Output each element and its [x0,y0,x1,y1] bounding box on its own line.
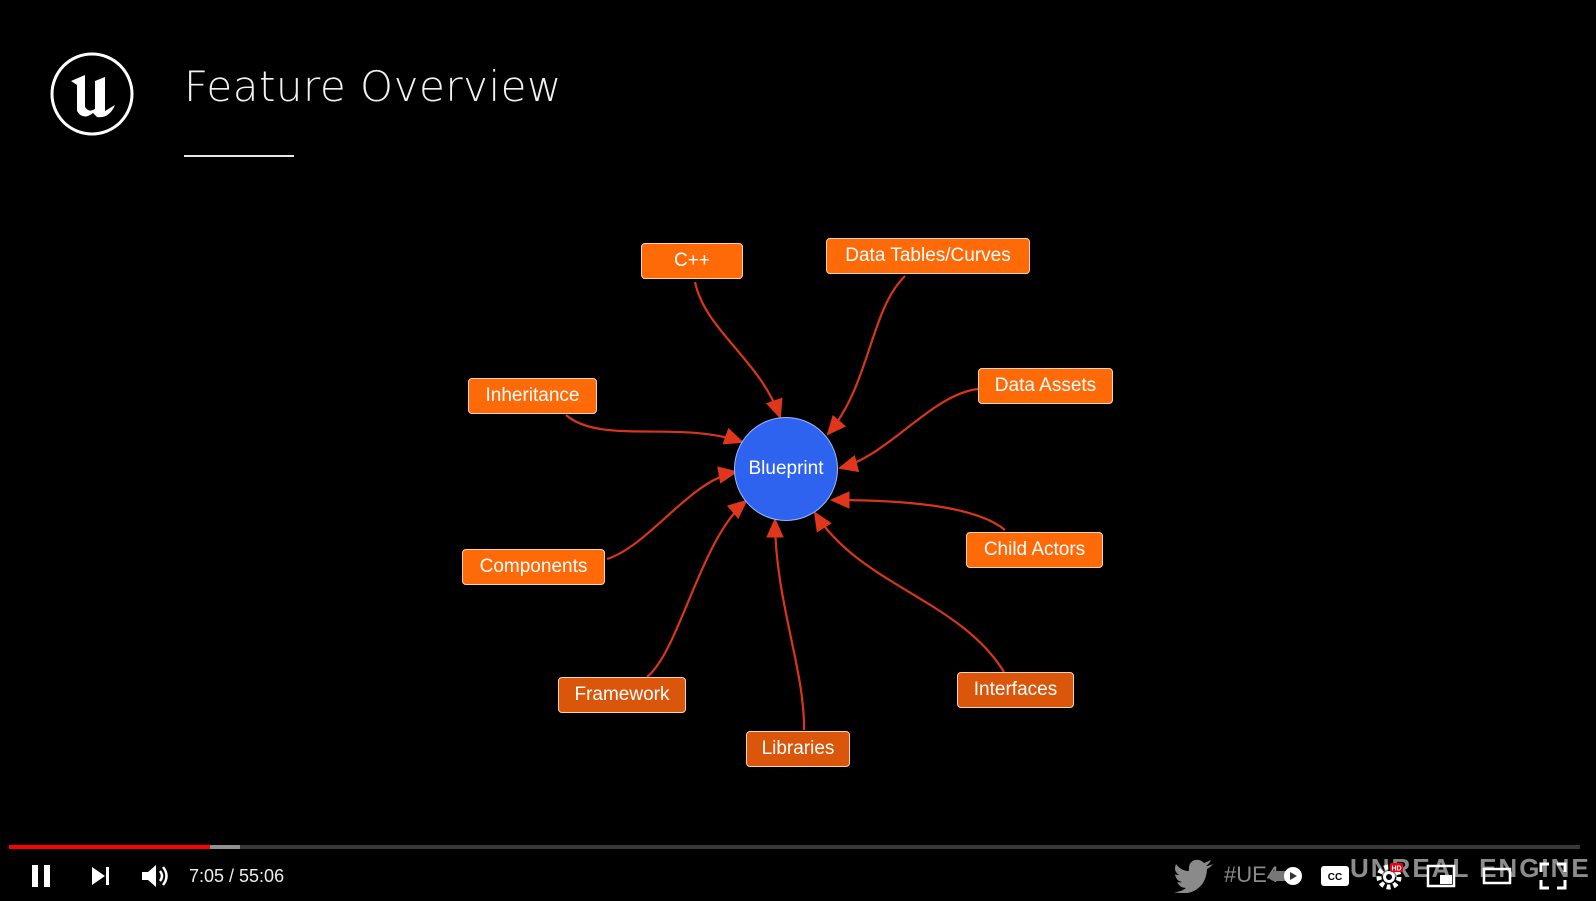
node-interfaces: Interfaces [957,672,1074,708]
edge-cpp [693,281,783,420]
node-data-assets: Data Assets [978,368,1113,404]
svg-text:CC: CC [1328,872,1342,883]
edge-libraries [766,517,806,731]
miniplayer-icon [1426,864,1456,888]
twitter-watermark [1172,859,1216,893]
node-libraries: Libraries [746,731,850,767]
edge-framework [646,499,748,678]
captions-button[interactable]: CC [1318,859,1352,893]
volume-button[interactable] [136,859,176,893]
progress-bar[interactable] [9,845,1580,849]
node-data-tables: Data Tables/Curves [826,238,1030,274]
edge-components [606,466,739,561]
node-framework: Framework [558,677,686,713]
edge-data-tables [826,275,906,436]
node-child-actors: Child Actors [966,532,1103,568]
captions-icon: CC [1321,866,1349,886]
volume-icon [142,865,168,887]
edge-inheritance [565,414,745,445]
fullscreen-icon [1539,862,1567,890]
pause-button[interactable] [26,859,56,893]
edge-data-assets [837,387,979,473]
node-cpp: C++ [641,243,743,279]
miniplayer-button[interactable] [1424,859,1458,893]
progress-played [9,845,211,849]
fullscreen-button[interactable] [1536,859,1570,893]
node-inheritance: Inheritance [468,378,597,414]
blueprint-node: Blueprint [734,417,838,521]
next-icon [92,867,109,885]
theater-button[interactable] [1480,859,1514,893]
settings-icon: HD [1376,863,1403,890]
node-components: Components [462,549,605,585]
pause-icon [32,865,50,887]
svg-text:HD: HD [1391,866,1401,873]
twitter-icon [1174,859,1213,893]
video-player[interactable]: Feature Overview Blueprint C++ Data Tabl… [0,0,1596,901]
edge-child-actors [829,491,1006,531]
time-display: 7:05 / 55:06 [189,866,285,886]
next-button[interactable] [86,859,116,893]
autoplay-icon [1269,867,1302,885]
settings-button[interactable]: HD [1372,859,1406,893]
theater-icon [1482,867,1512,885]
autoplay-toggle[interactable] [1268,859,1304,893]
